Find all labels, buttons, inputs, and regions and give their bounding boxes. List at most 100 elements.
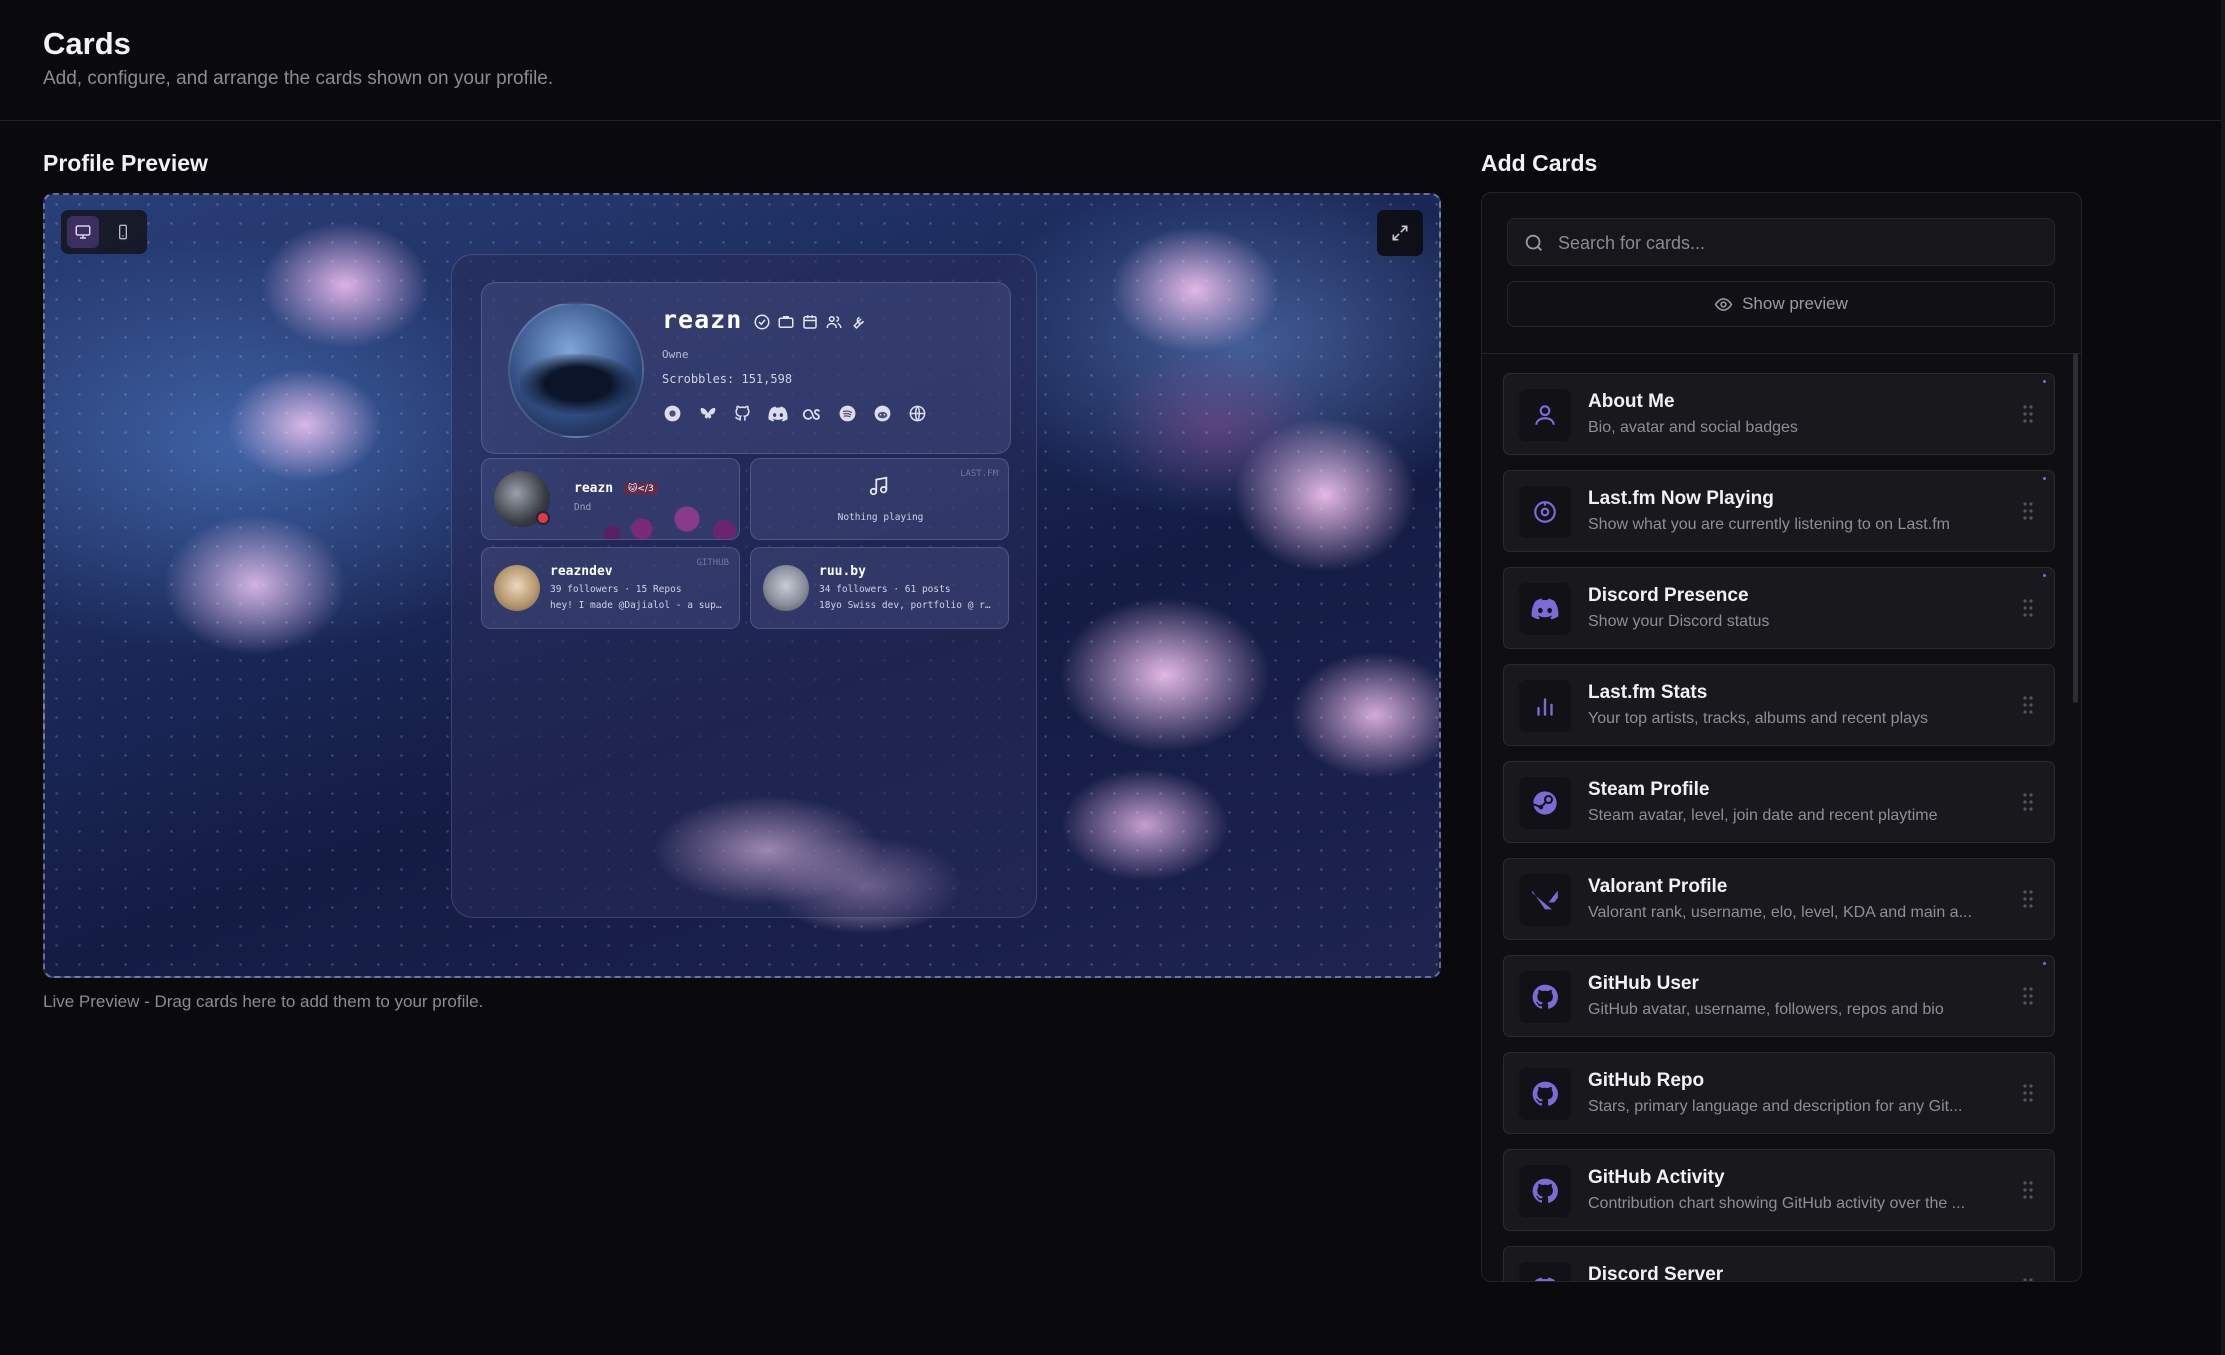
card-item-github-repo[interactable]: GitHub Repo Stars, primary language and …	[1503, 1052, 2055, 1134]
card-description: Contribution chart showing GitHub activi…	[1588, 1195, 1966, 1212]
discord-status: Dnd	[574, 502, 592, 513]
card-item-lastfm-now-playing[interactable]: Last.fm Now Playing Show what you are cu…	[1503, 470, 2055, 552]
desktop-view-button[interactable]	[67, 216, 99, 248]
card-description: Show your Discord status	[1588, 613, 1770, 630]
card-title: Discord Presence	[1588, 585, 1749, 606]
card-description: GitHub avatar, username, followers, repo…	[1588, 1001, 1944, 1018]
card-title: GitHub Repo	[1588, 1070, 1705, 1091]
card-item-valorant-profile[interactable]: Valorant Profile Valorant rank, username…	[1503, 858, 2055, 940]
show-preview-label: Show preview	[1742, 294, 1848, 313]
users-icon	[824, 312, 843, 331]
fullscreen-button[interactable]	[1377, 210, 1423, 256]
bluesky-icon[interactable]	[697, 403, 718, 424]
card-description: Steam avatar, level, join date and recen…	[1588, 807, 1938, 824]
dnd-status-dot	[536, 511, 550, 525]
profile-username: reazn	[662, 305, 743, 334]
drag-handle-icon[interactable]	[2022, 1083, 2034, 1103]
discord-presence-card[interactable]: reazn 🐱</3 Dnd	[481, 458, 740, 540]
drag-handle-icon[interactable]	[2022, 1180, 2034, 1200]
drag-handle-icon[interactable]	[2022, 404, 2034, 424]
drag-handle-icon[interactable]	[2022, 792, 2034, 812]
card-list-scrollbar[interactable]	[2073, 353, 2078, 703]
card-description: Bio, avatar and social badges	[1588, 419, 1798, 436]
now-playing-text: Nothing playing	[837, 512, 924, 523]
drag-handle-icon[interactable]	[2022, 501, 2034, 521]
card-item-discord-presence[interactable]: Discord Presence Show your Discord statu…	[1503, 567, 2055, 649]
bluesky-username: ruu.by	[819, 564, 866, 579]
card-title: Discord Server	[1588, 1264, 1724, 1282]
discord-icon	[1534, 1277, 1556, 1281]
spotify-icon[interactable]	[837, 403, 858, 424]
card-title: GitHub User	[1588, 973, 1699, 994]
card-title: Last.fm Stats	[1588, 682, 1708, 703]
card-title: Valorant Profile	[1588, 876, 1728, 897]
github-username: reazndev	[550, 564, 613, 579]
github-icon	[1532, 1081, 1558, 1106]
card-item-github-user[interactable]: GitHub User GitHub avatar, username, fol…	[1503, 955, 2055, 1037]
drag-handle-icon[interactable]	[2022, 695, 2034, 715]
bluesky-card[interactable]: ruu.by 34 followers · 61 posts 18yo Swis…	[750, 547, 1009, 629]
github-avatar	[494, 565, 540, 611]
lastfm-label: LAST.FM	[960, 469, 998, 479]
lastfm-circle-icon[interactable]	[662, 403, 683, 424]
indicator-dot	[2043, 477, 2046, 480]
panel-divider	[1482, 353, 2081, 354]
card-title: Last.fm Now Playing	[1588, 488, 1774, 509]
github-stats: 39 followers · 15 Repos	[550, 584, 682, 595]
indicator-dot	[2043, 380, 2046, 383]
lastfm-now-playing-card[interactable]: LAST.FM Nothing playing	[750, 458, 1009, 540]
card-list: About Me Bio, avatar and social badges L…	[1503, 373, 2055, 1282]
github-icon[interactable]	[732, 403, 753, 424]
bluesky-avatar	[763, 565, 809, 611]
profile-preview-dropzone[interactable]: reazn Owne Scrobbles: 151,598 reazn 🐱</3…	[43, 193, 1441, 978]
profile-scrobbles: Scrobbles: 151,598	[662, 372, 793, 386]
show-preview-button[interactable]: Show preview	[1507, 281, 2055, 327]
globe-icon[interactable]	[907, 403, 928, 424]
card-item-about-me[interactable]: About Me Bio, avatar and social badges	[1503, 373, 2055, 455]
tools-icon	[848, 312, 867, 331]
lastfm-icon[interactable]	[802, 403, 823, 424]
github-icon	[1532, 1178, 1558, 1203]
verified-icon	[752, 312, 771, 331]
card-description: Your top artists, tracks, albums and rec…	[1588, 710, 1929, 727]
window-edge	[2221, 0, 2225, 1355]
card-search-input[interactable]	[1558, 230, 2038, 256]
card-description: Stars, primary language and description …	[1588, 1098, 1963, 1115]
page-title: Cards	[43, 26, 131, 61]
github-user-card[interactable]: GITHUB reazndev 39 followers · 15 Repos …	[481, 547, 740, 629]
card-item-github-activity[interactable]: GitHub Activity Contribution chart showi…	[1503, 1149, 2055, 1231]
profile-page-frame: reazn Owne Scrobbles: 151,598 reazn 🐱</3…	[451, 254, 1037, 918]
reddit-icon[interactable]	[872, 403, 893, 424]
bluesky-stats: 34 followers · 61 posts	[819, 584, 951, 595]
drag-handle-icon[interactable]	[2022, 1277, 2034, 1282]
smartphone-icon	[119, 224, 127, 240]
lastfm-icon	[1534, 501, 1556, 523]
card-item-steam-profile[interactable]: Steam Profile Steam avatar, level, join …	[1503, 761, 2055, 843]
drag-handle-icon[interactable]	[2022, 598, 2034, 618]
social-links	[662, 403, 928, 424]
profile-avatar	[508, 302, 644, 438]
about-me-card[interactable]: reazn Owne Scrobbles: 151,598	[481, 282, 1011, 454]
search-icon	[1525, 234, 1542, 251]
add-cards-title: Add Cards	[1481, 150, 1598, 176]
drag-handle-icon[interactable]	[2022, 889, 2034, 909]
eye-icon	[1714, 297, 1733, 311]
device-toggle	[61, 210, 147, 254]
preview-caption: Live Preview - Drag cards here to add th…	[43, 992, 484, 1011]
page-subtitle: Add, configure, and arrange the cards sh…	[43, 68, 554, 89]
bar-chart-icon	[1537, 698, 1553, 716]
profile-preview-title: Profile Preview	[43, 150, 208, 176]
card-item-discord-server[interactable]: Discord Server	[1503, 1246, 2055, 1282]
bluesky-bio: 18yo Swiss dev, portfolio @ r…	[819, 600, 991, 611]
discord-icon[interactable]	[767, 403, 788, 424]
card-title: Steam Profile	[1588, 779, 1710, 800]
steam-icon	[1532, 791, 1557, 815]
github-label: GITHUB	[696, 558, 729, 568]
card-title: GitHub Activity	[1588, 1167, 1725, 1188]
discord-tag: 🐱</3	[624, 483, 658, 495]
drag-handle-icon[interactable]	[2022, 986, 2034, 1006]
indicator-dot	[2043, 574, 2046, 577]
card-search-box	[1507, 218, 2055, 266]
card-item-lastfm-stats[interactable]: Last.fm Stats Your top artists, tracks, …	[1503, 664, 2055, 746]
mobile-view-button[interactable]	[107, 216, 139, 248]
